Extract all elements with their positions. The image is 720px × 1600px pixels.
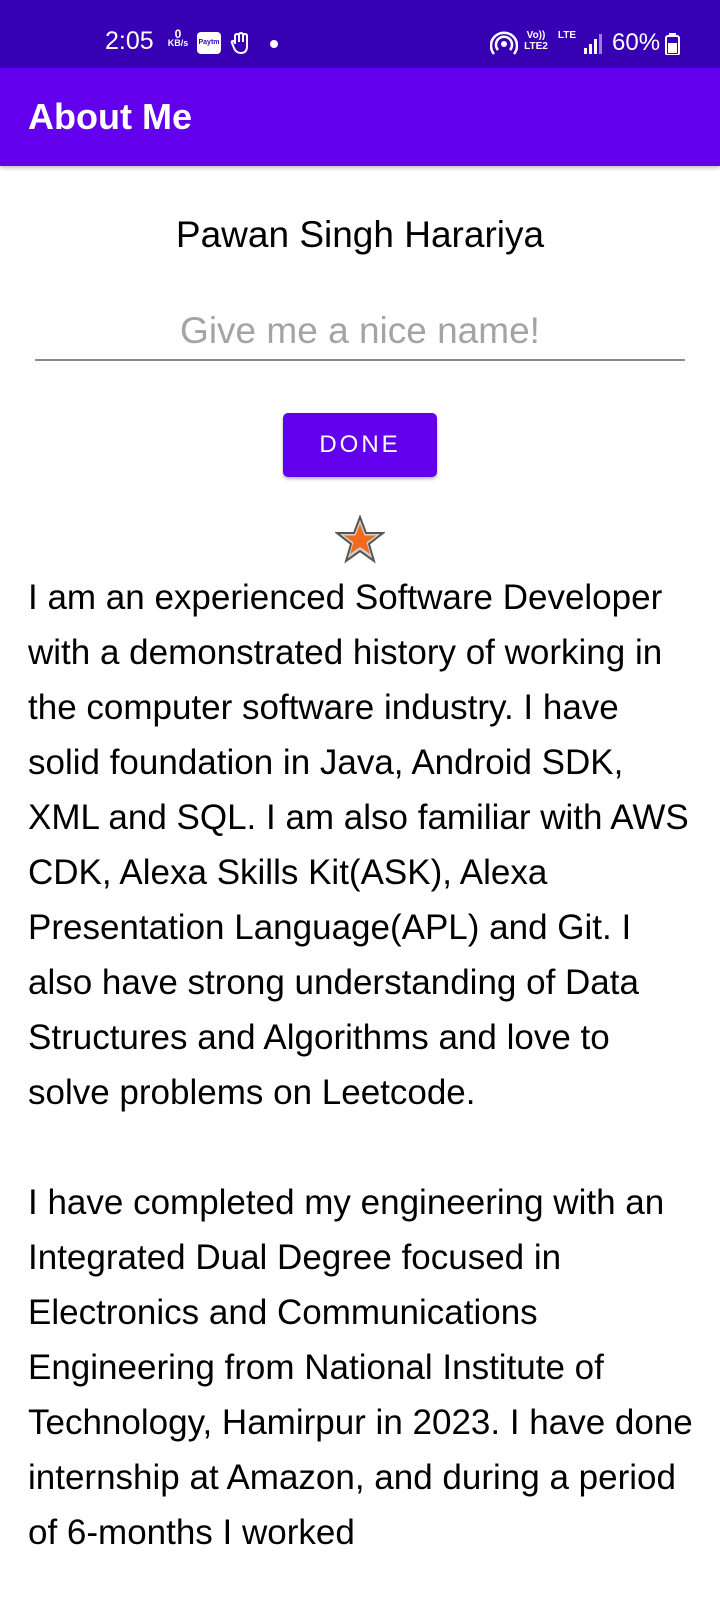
volte-icon: Vo)) LTE2: [524, 30, 548, 52]
page-title: About Me: [28, 96, 192, 137]
status-time: 2:05: [105, 27, 154, 55]
paytm-icon: Paytm: [197, 32, 221, 54]
bio-text: I am an experienced Software Developer w…: [28, 578, 693, 1552]
dot-icon: [270, 40, 278, 48]
hotspot-icon: [489, 30, 519, 58]
app-bar: About Me: [0, 68, 720, 166]
signal-icon: [584, 32, 604, 54]
status-bar: 2:05 0 KB/s Paytm Vo)) LTE2 LTE 60%: [0, 0, 720, 68]
profile-name: Pawan Singh Harariya: [175, 214, 545, 255]
done-button[interactable]: DONE: [283, 413, 437, 477]
battery-icon: [665, 33, 680, 56]
network-speed: 0 KB/s: [164, 28, 192, 48]
network-speed-unit: KB/s: [167, 38, 189, 48]
lte-icon: LTE: [557, 30, 577, 41]
hand-icon: [229, 30, 253, 56]
star-icon: [334, 514, 386, 565]
battery-percent: 60%: [612, 29, 661, 56]
nickname-input[interactable]: [35, 303, 685, 361]
